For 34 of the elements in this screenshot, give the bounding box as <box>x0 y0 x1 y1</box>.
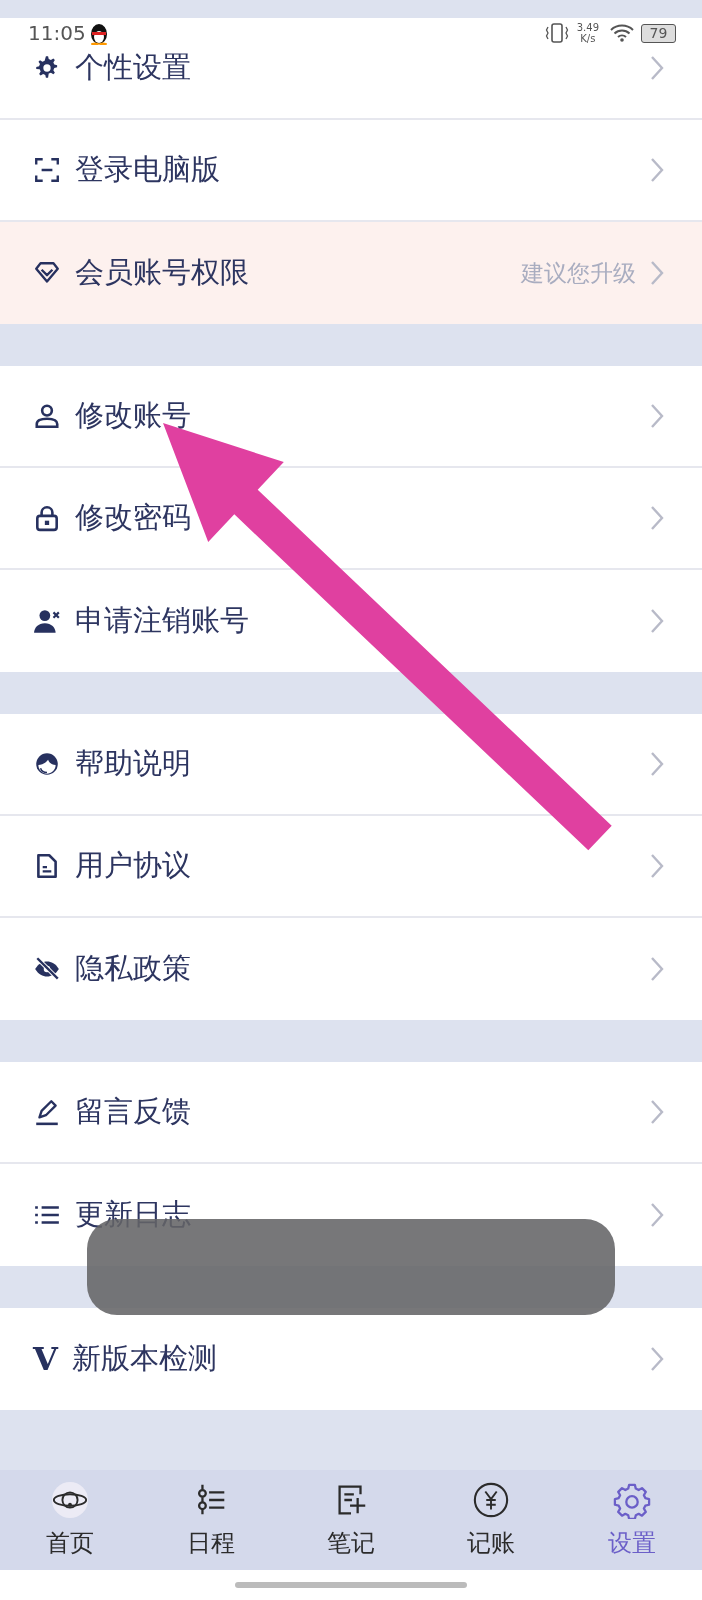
wifi-icon <box>609 23 635 43</box>
tab[interactable]: 笔记 <box>280 1470 422 1570</box>
v-logo-icon: V <box>33 1343 58 1375</box>
chevron-right-icon <box>650 956 664 982</box>
clock-time: 11:05 <box>28 21 86 45</box>
chevron-right-icon <box>650 260 664 286</box>
tab[interactable]: 记账 <box>421 1470 562 1570</box>
headset-person-icon <box>33 750 61 778</box>
lock-icon <box>33 504 61 532</box>
pencil-icon <box>33 1098 61 1126</box>
chevron-right-icon <box>650 505 664 531</box>
chevron-right-icon <box>650 1346 664 1372</box>
person-icon <box>33 402 61 430</box>
vibrate-icon <box>544 22 569 44</box>
chevron-right-icon <box>650 608 664 634</box>
chevron-right-icon <box>650 853 664 879</box>
home-indicator[interactable] <box>235 1582 467 1588</box>
chevron-right-icon <box>650 157 664 183</box>
person-remove-icon <box>33 607 61 635</box>
yen-circle-icon <box>472 1481 511 1519</box>
chevron-right-icon <box>650 403 664 429</box>
tab[interactable]: 首页 <box>0 1470 141 1570</box>
scan-icon <box>33 156 61 184</box>
tab[interactable]: 日程 <box>140 1470 281 1570</box>
chevron-right-icon <box>650 1099 664 1125</box>
settings-icon <box>612 1481 651 1519</box>
settings-item[interactable]: 会员账号权限 建议您升级 <box>0 222 702 324</box>
chevron-right-icon <box>650 1202 664 1228</box>
network-speed: 3.49 <box>576 22 599 33</box>
tab[interactable]: 设置 <box>561 1470 702 1570</box>
chevron-right-icon <box>650 55 664 81</box>
speed-unit: K/s <box>580 33 596 44</box>
chevron-right-icon <box>650 751 664 777</box>
planet-icon <box>51 1481 90 1519</box>
